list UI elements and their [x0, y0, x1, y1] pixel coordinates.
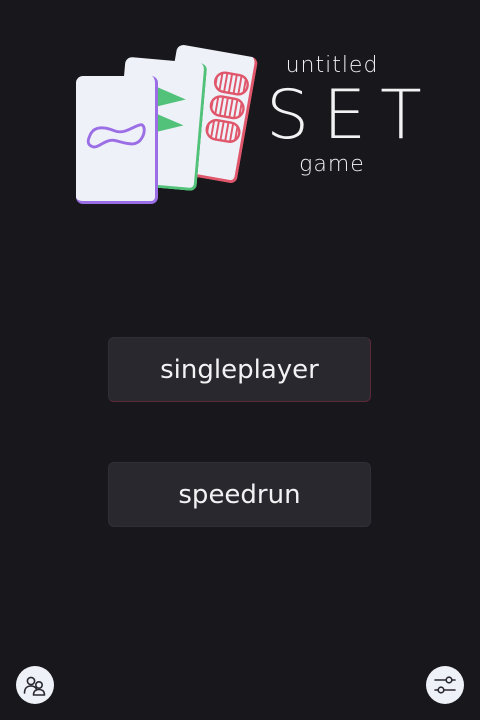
settings-button[interactable]: [426, 666, 464, 704]
squiggle-icon: [86, 123, 146, 149]
logo-cards: [60, 30, 280, 230]
settings-sliders-icon: [434, 676, 456, 694]
speedrun-button-label: speedrun: [178, 479, 301, 510]
multiplayer-users-icon: [23, 676, 46, 696]
main-menu-screen: untitled SET game singleplayer speedrun: [0, 0, 480, 720]
multiplayer-button[interactable]: [16, 666, 54, 704]
logo-title: untitled SET game: [252, 52, 436, 178]
logo-title-main: SET: [266, 76, 436, 155]
logo-card-purple-squiggle: [76, 76, 158, 204]
logo-title-line3: game: [299, 152, 365, 177]
speedrun-button[interactable]: speedrun: [108, 462, 371, 527]
game-logo: untitled SET game: [0, 0, 480, 230]
singleplayer-button[interactable]: singleplayer: [108, 337, 371, 402]
singleplayer-button-label: singleplayer: [160, 354, 319, 385]
